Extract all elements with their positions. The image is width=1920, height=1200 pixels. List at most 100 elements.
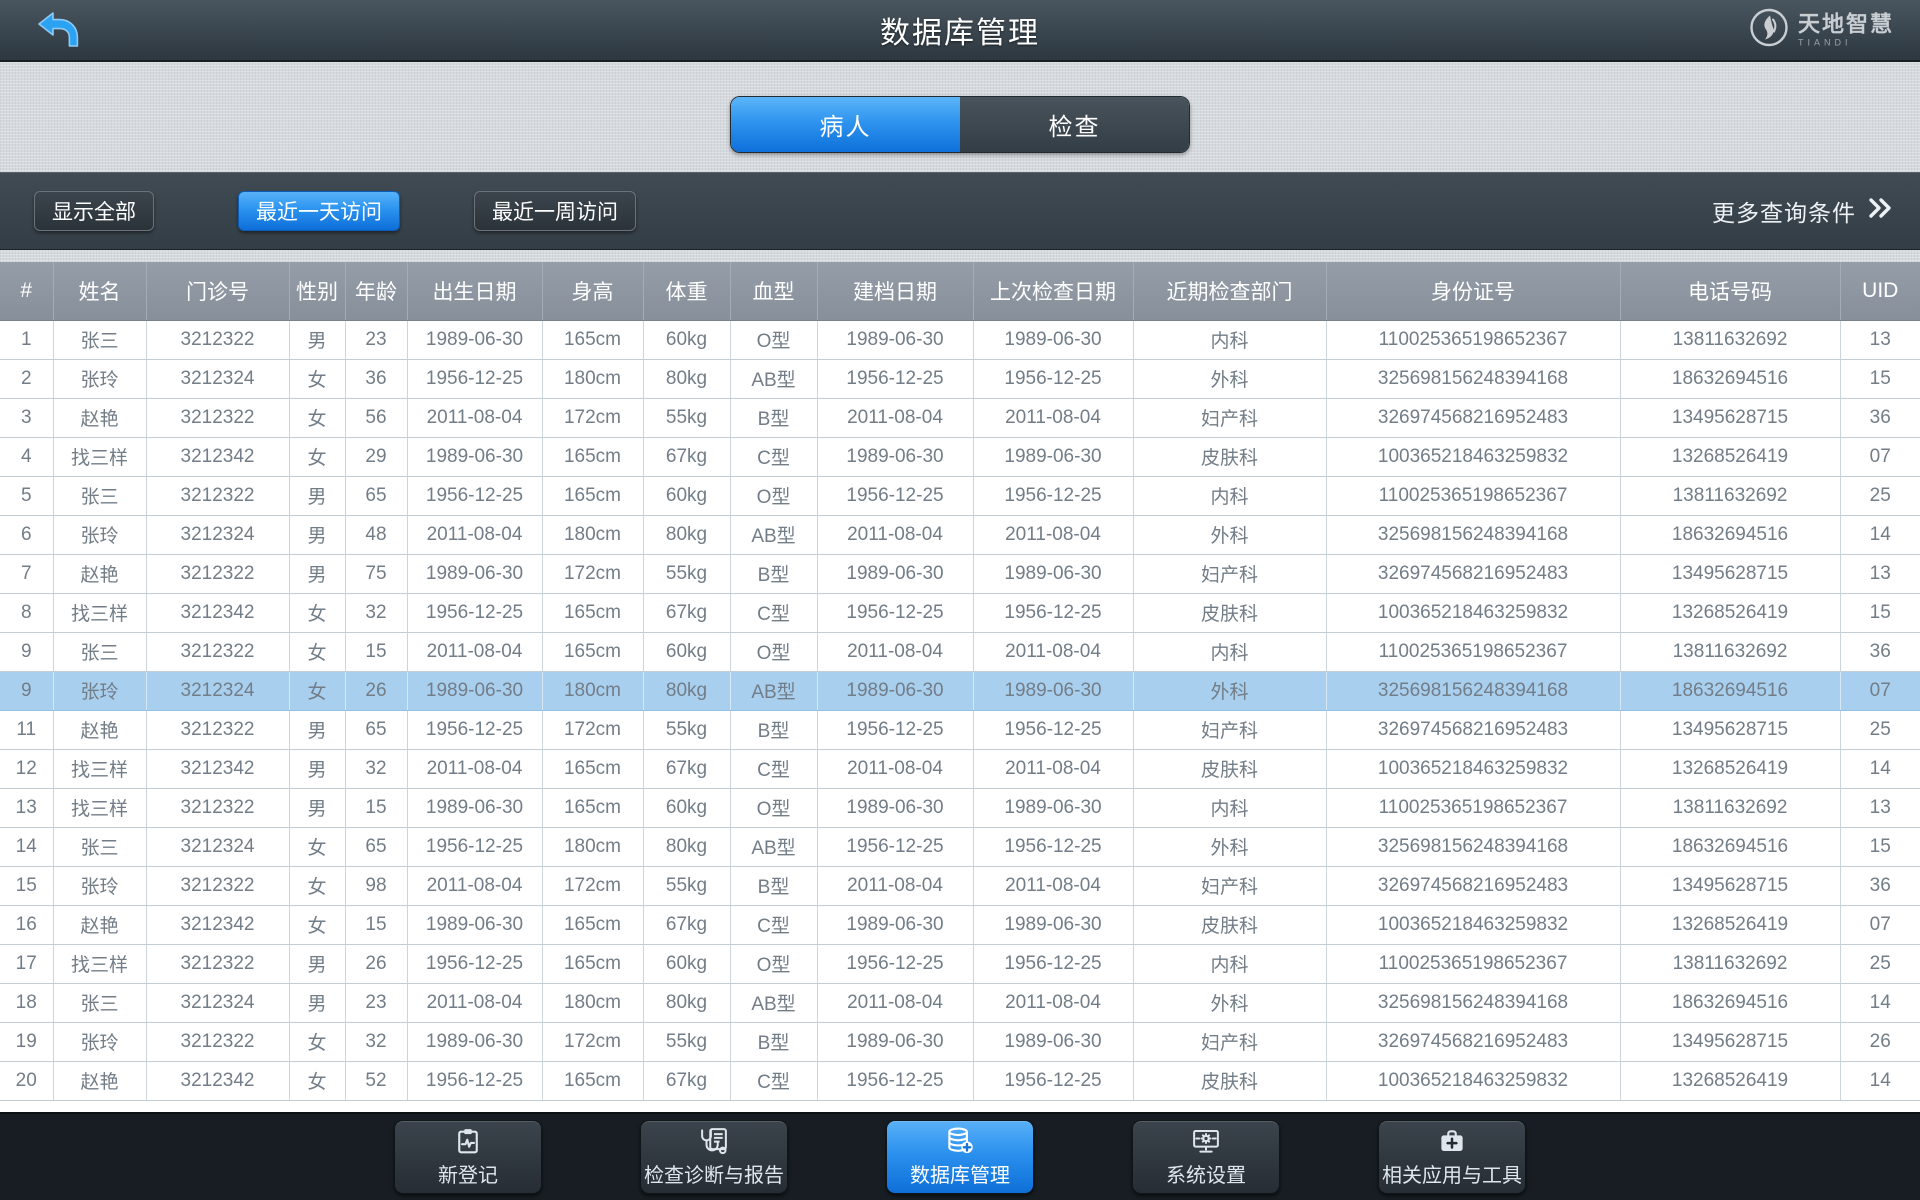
table-cell[interactable]: 19: [0, 1022, 54, 1062]
table-row[interactable]: 11 赵艳 3212322 男 65 1956-12-25 172cm 55kg B型 1956-…: [0, 710, 1920, 750]
table-cell[interactable]: C型: [730, 905, 818, 945]
table-cell[interactable]: 7: [0, 554, 54, 594]
table-cell[interactable]: AB型: [730, 515, 818, 555]
table-cell[interactable]: 3212322: [146, 320, 290, 360]
table-cell[interactable]: 女: [289, 398, 346, 438]
table-cell[interactable]: 1956-12-25: [973, 1061, 1134, 1101]
table-cell[interactable]: 张玲: [53, 515, 147, 555]
table-cell[interactable]: 找三样: [53, 437, 147, 477]
table-cell[interactable]: 60kg: [643, 788, 731, 828]
table-cell[interactable]: 外科: [1133, 359, 1327, 399]
table-cell[interactable]: 内科: [1133, 320, 1327, 360]
table-cell[interactable]: 3212324: [146, 515, 290, 555]
table-cell[interactable]: 2011-08-04: [817, 749, 974, 789]
table-cell[interactable]: 1956-12-25: [817, 827, 974, 867]
table-cell[interactable]: 1956-12-25: [407, 944, 543, 984]
table-cell[interactable]: B型: [730, 398, 818, 438]
table-cell[interactable]: 56: [345, 398, 408, 438]
table-row[interactable]: 5 张三 3212322 男 65 1956-12-25 165cm 60kg O型 1956-1…: [0, 476, 1920, 516]
table-cell[interactable]: 2011-08-04: [817, 632, 974, 672]
table-cell[interactable]: 2011-08-04: [973, 515, 1134, 555]
table-cell[interactable]: B型: [730, 710, 818, 750]
table-cell[interactable]: 内科: [1133, 788, 1327, 828]
table-cell[interactable]: 165cm: [542, 632, 644, 672]
table-cell[interactable]: 张玲: [53, 1022, 147, 1062]
filter-last-week-button[interactable]: 最近一周访问: [474, 191, 636, 231]
table-cell[interactable]: 3212322: [146, 710, 290, 750]
table-cell[interactable]: 14: [1840, 1061, 1920, 1101]
table-cell[interactable]: 1956-12-25: [973, 827, 1134, 867]
table-cell[interactable]: 赵艳: [53, 398, 147, 438]
table-cell[interactable]: 52: [345, 1061, 408, 1101]
table-cell[interactable]: 14: [1840, 515, 1920, 555]
table-cell[interactable]: 165cm: [542, 788, 644, 828]
table-row[interactable]: 7 赵艳 3212322 男 75 1989-06-30 172cm 55kg B型 1989-0…: [0, 554, 1920, 594]
more-query-conditions-button[interactable]: 更多查询条件: [1712, 194, 1894, 228]
table-cell[interactable]: 女: [289, 632, 346, 672]
table-cell[interactable]: 18632694516: [1620, 671, 1841, 711]
table-cell[interactable]: 外科: [1133, 671, 1327, 711]
table-cell[interactable]: 23: [345, 320, 408, 360]
table-cell[interactable]: 1956-12-25: [817, 593, 974, 633]
table-cell[interactable]: 100365218463259832: [1326, 749, 1621, 789]
table-cell[interactable]: 3212324: [146, 671, 290, 711]
table-cell[interactable]: 1956-12-25: [407, 476, 543, 516]
table-cell[interactable]: 2011-08-04: [973, 983, 1134, 1023]
table-cell[interactable]: 25: [1840, 944, 1920, 984]
table-cell[interactable]: 男: [289, 749, 346, 789]
table-cell[interactable]: AB型: [730, 827, 818, 867]
table-cell[interactable]: 20: [0, 1061, 54, 1101]
table-cell[interactable]: 1956-12-25: [817, 476, 974, 516]
table-cell[interactable]: 张三: [53, 476, 147, 516]
table-cell[interactable]: 3212322: [146, 476, 290, 516]
table-cell[interactable]: 110025365198652367: [1326, 476, 1621, 516]
table-cell[interactable]: 1989-06-30: [407, 1022, 543, 1062]
table-cell[interactable]: 25: [1840, 710, 1920, 750]
table-cell[interactable]: 172cm: [542, 554, 644, 594]
table-cell[interactable]: 女: [289, 671, 346, 711]
table-cell[interactable]: 18632694516: [1620, 359, 1841, 399]
table-cell[interactable]: 18632694516: [1620, 515, 1841, 555]
table-cell[interactable]: 60kg: [643, 632, 731, 672]
table-cell[interactable]: 110025365198652367: [1326, 320, 1621, 360]
table-cell[interactable]: 18632694516: [1620, 827, 1841, 867]
table-cell[interactable]: 55kg: [643, 710, 731, 750]
table-cell[interactable]: 内科: [1133, 476, 1327, 516]
table-cell[interactable]: 326974568216952483: [1326, 398, 1621, 438]
table-cell[interactable]: 110025365198652367: [1326, 788, 1621, 828]
table-cell[interactable]: 67kg: [643, 905, 731, 945]
table-cell[interactable]: 14: [0, 827, 54, 867]
table-cell[interactable]: 女: [289, 593, 346, 633]
table-cell[interactable]: 找三样: [53, 593, 147, 633]
table-cell[interactable]: 13811632692: [1620, 476, 1841, 516]
table-cell[interactable]: 外科: [1133, 515, 1327, 555]
table-cell[interactable]: 80kg: [643, 983, 731, 1023]
table-cell[interactable]: 326974568216952483: [1326, 1022, 1621, 1062]
table-cell[interactable]: 皮肤科: [1133, 905, 1327, 945]
table-cell[interactable]: 女: [289, 905, 346, 945]
table-cell[interactable]: 6: [0, 515, 54, 555]
table-row[interactable]: 9 张三 3212322 女 15 2011-08-04 165cm 60kg O型 2011-0…: [0, 632, 1920, 672]
table-cell[interactable]: 15: [1840, 593, 1920, 633]
table-cell[interactable]: 1956-12-25: [407, 359, 543, 399]
table-cell[interactable]: 内科: [1133, 944, 1327, 984]
table-cell[interactable]: 15: [1840, 827, 1920, 867]
table-cell[interactable]: 165cm: [542, 749, 644, 789]
table-cell[interactable]: 2011-08-04: [407, 398, 543, 438]
table-cell[interactable]: 1956-12-25: [407, 710, 543, 750]
table-cell[interactable]: 36: [345, 359, 408, 399]
table-cell[interactable]: 13268526419: [1620, 593, 1841, 633]
table-cell[interactable]: 找三样: [53, 788, 147, 828]
table-cell[interactable]: O型: [730, 944, 818, 984]
table-cell[interactable]: 4: [0, 437, 54, 477]
table-cell[interactable]: 1989-06-30: [973, 437, 1134, 477]
table-cell[interactable]: B型: [730, 1022, 818, 1062]
table-cell[interactable]: 妇产科: [1133, 398, 1327, 438]
table-cell[interactable]: 2011-08-04: [973, 632, 1134, 672]
table-cell[interactable]: 8: [0, 593, 54, 633]
table-cell[interactable]: 1989-06-30: [973, 554, 1134, 594]
table-cell[interactable]: 张三: [53, 827, 147, 867]
table-cell[interactable]: 1989-06-30: [817, 554, 974, 594]
table-cell[interactable]: 60kg: [643, 320, 731, 360]
table-cell[interactable]: 07: [1840, 671, 1920, 711]
